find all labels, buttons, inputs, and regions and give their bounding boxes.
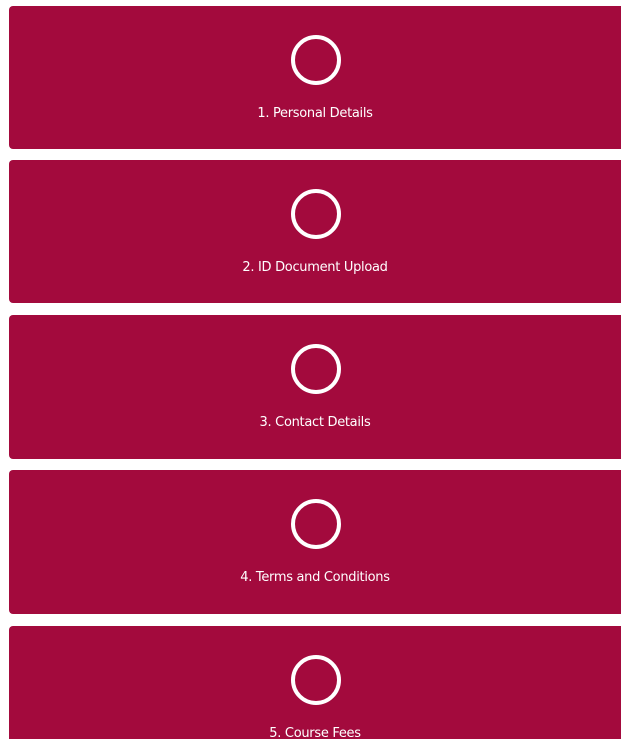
registration-steps: 1. Personal Details 2. ID Document Uploa… <box>0 0 621 739</box>
empty-circle-icon <box>291 344 341 394</box>
empty-circle-icon <box>291 189 341 239</box>
step-label: 3. Contact Details <box>259 415 371 430</box>
step-card-terms-and-conditions[interactable]: 4. Terms and Conditions <box>9 470 621 614</box>
step-card-personal-details[interactable]: 1. Personal Details <box>9 6 621 149</box>
step-card-contact-details[interactable]: 3. Contact Details <box>9 315 621 459</box>
step-card-id-document-upload[interactable]: 2. ID Document Upload <box>9 160 621 303</box>
empty-circle-icon <box>291 499 341 549</box>
step-label: 4. Terms and Conditions <box>240 570 390 585</box>
step-label: 5. Course Fees <box>269 726 361 739</box>
empty-circle-icon <box>291 35 341 85</box>
empty-circle-icon <box>291 655 341 705</box>
step-card-course-fees[interactable]: 5. Course Fees <box>9 626 621 739</box>
step-label: 2. ID Document Upload <box>242 260 388 275</box>
step-label: 1. Personal Details <box>257 106 373 121</box>
